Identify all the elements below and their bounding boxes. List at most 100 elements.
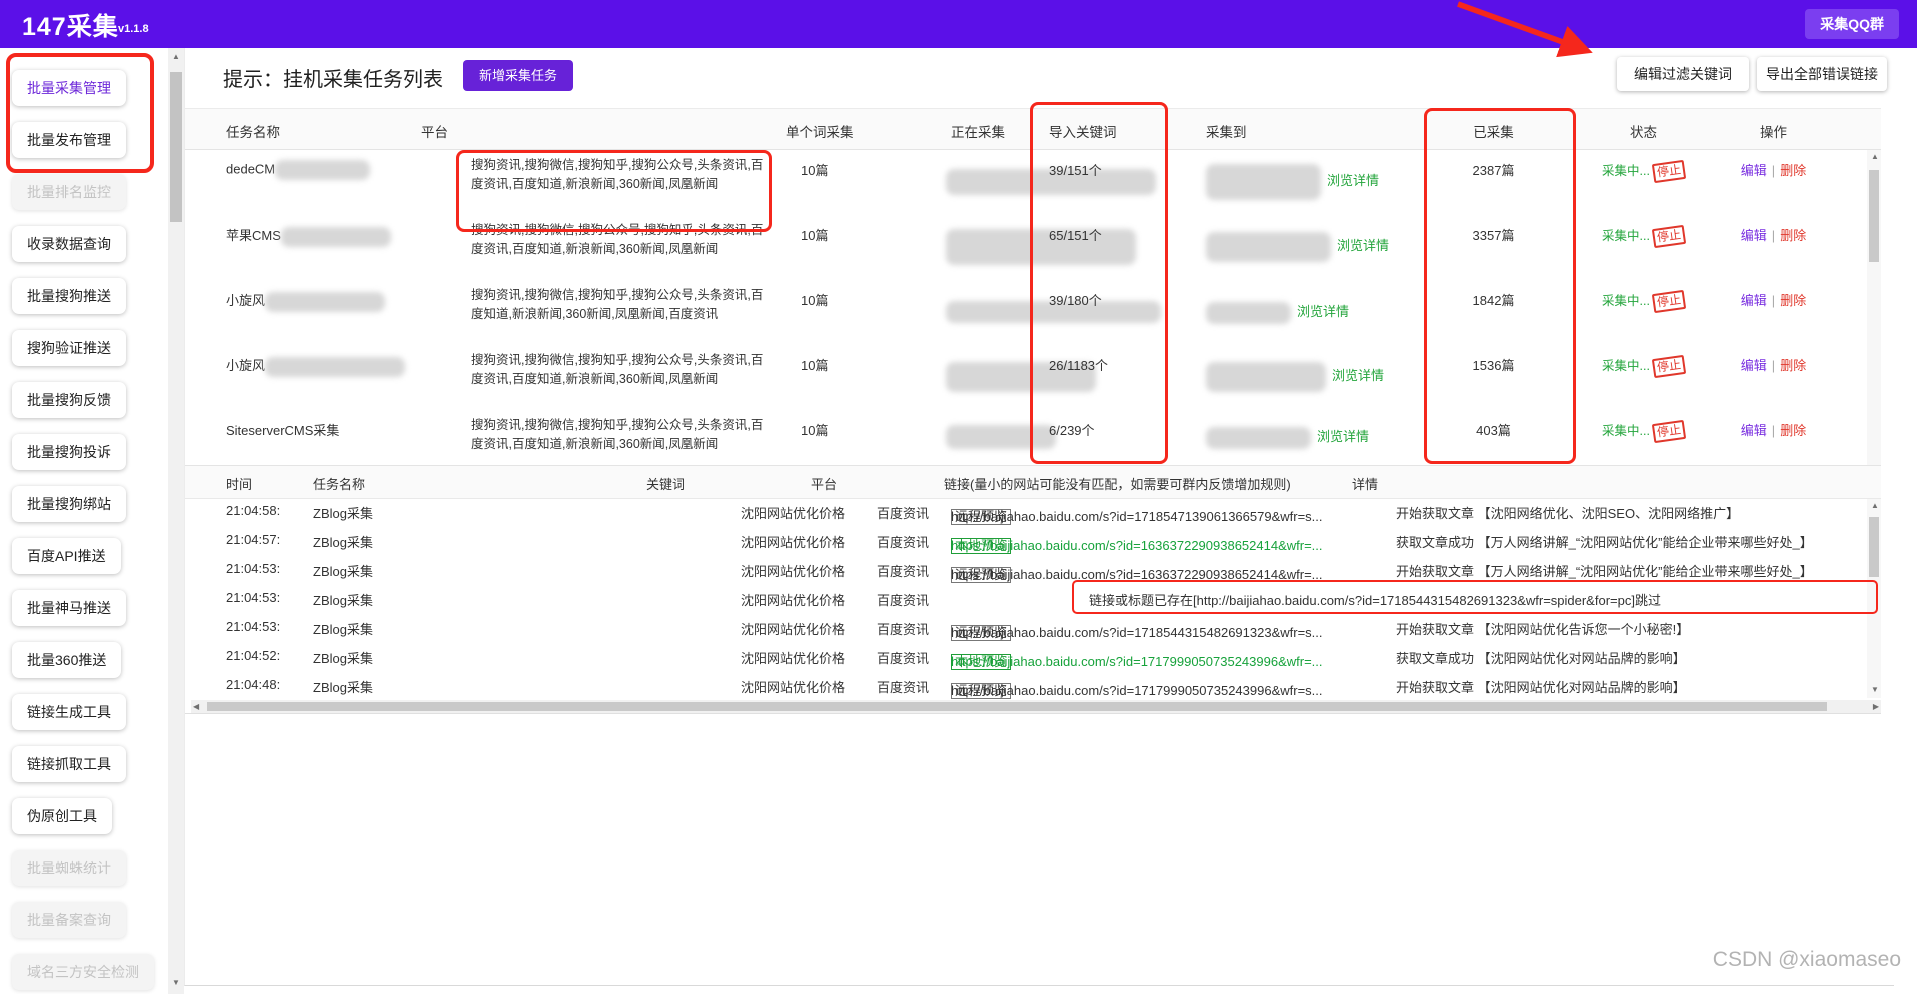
edit-link[interactable]: 编辑 xyxy=(1741,163,1767,178)
delete-link[interactable]: 删除 xyxy=(1780,228,1806,243)
edit-link[interactable]: 编辑 xyxy=(1741,423,1767,438)
log-detail: 开始获取文章 【沈阳网站优化对网站品牌的影响】 xyxy=(1396,677,1686,696)
log-task-name: ZBlog采集 xyxy=(313,590,373,609)
sidebar-item[interactable]: 批量神马推送 xyxy=(12,590,126,626)
task-actions: 编辑|删除 xyxy=(1716,420,1831,439)
sidebar-item[interactable]: 批量360推送 xyxy=(12,642,121,678)
task-actions: 编辑|删除 xyxy=(1716,160,1831,179)
collected-to: 浏览详情 xyxy=(1206,426,1369,449)
edit-filter-keywords-button[interactable]: 编辑过滤关键词 xyxy=(1617,57,1749,91)
stop-button[interactable]: 停止 xyxy=(1652,355,1686,378)
sidebar-item[interactable]: 批量搜狗反馈 xyxy=(12,382,126,418)
scroll-left-icon[interactable]: ◀ xyxy=(193,702,199,711)
task-actions: 编辑|删除 xyxy=(1716,290,1831,309)
sidebar-item[interactable]: 批量搜狗推送 xyxy=(12,278,126,314)
view-detail-link[interactable]: 浏览详情 xyxy=(1327,173,1379,188)
qq-group-button[interactable]: 采集QQ群 xyxy=(1805,9,1899,39)
stop-button[interactable]: 停止 xyxy=(1652,160,1686,183)
delete-link[interactable]: 删除 xyxy=(1780,293,1806,308)
sidebar-item[interactable]: 批量发布管理 xyxy=(12,122,126,158)
task-name: dedeCM xyxy=(226,160,370,180)
export-error-links-button[interactable]: 导出全部错误链接 xyxy=(1757,57,1887,91)
log-time: 21:04:52: xyxy=(226,648,280,663)
scroll-down-icon[interactable]: ▼ xyxy=(1867,685,1883,694)
sidebar-item[interactable]: 批量采集管理 xyxy=(12,70,126,106)
sidebar-item[interactable]: 伪原创工具 xyxy=(12,798,112,834)
sidebar-item[interactable]: 链接生成工具 xyxy=(12,694,126,730)
log-platform: 百度资讯 xyxy=(877,648,929,667)
log-row: 21:04:48:ZBlog采集沈阳网站优化价格百度资讯远程预览http://b… xyxy=(185,671,1881,700)
sidebar-item: 批量蜘蛛统计 xyxy=(12,850,126,886)
per-keyword-count: 10篇 xyxy=(801,160,828,179)
col-collecting: 正在采集 xyxy=(951,121,1005,141)
edit-link[interactable]: 编辑 xyxy=(1741,293,1767,308)
redacted-blur xyxy=(265,292,385,312)
collected-count: 2387篇 xyxy=(1421,160,1566,179)
stop-button[interactable]: 停止 xyxy=(1652,225,1686,248)
view-detail-link[interactable]: 浏览详情 xyxy=(1297,304,1349,319)
col-status: 状态 xyxy=(1586,121,1701,141)
log-url[interactable]: https://baijiahao.baidu.com/s?id=1717999… xyxy=(951,654,1323,669)
collected-count: 403篇 xyxy=(1421,420,1566,439)
task-name: 苹果CMS xyxy=(226,225,391,247)
log-task-name: ZBlog采集 xyxy=(313,503,373,522)
task-actions: 编辑|删除 xyxy=(1716,225,1831,244)
scroll-down-icon[interactable]: ▼ xyxy=(168,978,184,987)
log-url[interactable]: https://baijiahao.baidu.com/s?id=1636372… xyxy=(951,538,1323,553)
task-table-scrollbar[interactable]: ▲ xyxy=(1867,150,1881,465)
col-collected-count: 已采集 xyxy=(1421,121,1566,141)
log-keyword: 沈阳网站优化价格 xyxy=(741,590,845,609)
stop-button[interactable]: 停止 xyxy=(1652,420,1686,443)
sidebar-scrollbar-thumb[interactable] xyxy=(170,72,182,222)
log-horizontal-scrollbar[interactable]: ◀ ▶ xyxy=(191,700,1881,713)
edit-link[interactable]: 编辑 xyxy=(1741,228,1767,243)
action-separator: | xyxy=(1772,358,1775,373)
log-hscrollbar-thumb[interactable] xyxy=(207,702,1827,711)
delete-link[interactable]: 删除 xyxy=(1780,358,1806,373)
sidebar-item[interactable]: 百度API推送 xyxy=(12,538,121,574)
imported-keywords: 6/239个 xyxy=(1049,420,1095,439)
log-row: 21:04:53:ZBlog采集沈阳网站优化价格百度资讯远程预览http://b… xyxy=(185,613,1881,642)
log-detail: 开始获取文章 【万人网络讲解_“沈阳网站优化”能给企业带来哪些好处_】 xyxy=(1396,561,1813,580)
log-url[interactable]: https://baijiahao.baidu.com/s?id=1636372… xyxy=(951,567,1323,582)
view-detail-link[interactable]: 浏览详情 xyxy=(1337,238,1389,253)
scroll-up-icon[interactable]: ▲ xyxy=(1867,152,1883,161)
redacted-blur xyxy=(265,357,405,377)
log-col-link: 链接(量小的网站可能没有匹配，如需要可群内反馈增加规则) xyxy=(944,474,1291,493)
col-task-name: 任务名称 xyxy=(226,121,280,141)
log-detail: 获取文章成功 【万人网络讲解_“沈阳网站优化”能给企业带来哪些好处_】 xyxy=(1396,532,1813,551)
status-collecting-label: 采集中... xyxy=(1602,294,1650,308)
sidebar-scrollbar[interactable]: ▲ ▼ xyxy=(168,48,184,994)
log-url[interactable]: http://baijiahao.baidu.com/s?id=17185443… xyxy=(951,625,1323,640)
delete-link[interactable]: 删除 xyxy=(1780,163,1806,178)
view-detail-link[interactable]: 浏览详情 xyxy=(1332,368,1384,383)
log-table-scrollbar[interactable]: ▲ ▼ xyxy=(1867,499,1881,698)
log-url[interactable]: http://baijiahao.baidu.com/s?id=17185471… xyxy=(951,509,1323,524)
sidebar-item[interactable]: 批量搜狗投诉 xyxy=(12,434,126,470)
scroll-up-icon[interactable]: ▲ xyxy=(1867,501,1883,510)
log-scrollbar-thumb[interactable] xyxy=(1869,517,1879,577)
log-task-name: ZBlog采集 xyxy=(313,677,373,696)
delete-link[interactable]: 删除 xyxy=(1780,423,1806,438)
log-detail: 获取文章成功 【沈阳网站优化对网站品牌的影响】 xyxy=(1396,648,1686,667)
log-url[interactable]: http://baijiahao.baidu.com/s?id=17179990… xyxy=(951,683,1323,698)
stop-button[interactable]: 停止 xyxy=(1652,290,1686,313)
view-detail-link[interactable]: 浏览详情 xyxy=(1317,429,1369,444)
scroll-up-icon[interactable]: ▲ xyxy=(168,52,184,61)
new-task-button[interactable]: 新增采集任务 xyxy=(463,60,573,91)
sidebar-item[interactable]: 批量搜狗绑站 xyxy=(12,486,126,522)
col-collected-to: 采集到 xyxy=(1206,121,1247,141)
task-scrollbar-thumb[interactable] xyxy=(1869,170,1879,262)
log-keyword: 沈阳网站优化价格 xyxy=(741,677,845,696)
scroll-right-icon[interactable]: ▶ xyxy=(1873,702,1879,711)
topbar: 147采集 v1.1.8 采集QQ群 xyxy=(0,0,1917,48)
sidebar-item[interactable]: 收录数据查询 xyxy=(12,226,126,262)
task-status: 采集中...停止 xyxy=(1586,420,1701,441)
task-row: 小旋风搜狗资讯,搜狗微信,搜狗知乎,搜狗公众号,头条资讯,百度知道,新浪新闻,3… xyxy=(185,280,1881,345)
col-imported-keywords: 导入关键词 xyxy=(1049,121,1117,141)
log-time: 21:04:53: xyxy=(226,590,280,605)
sidebar-item[interactable]: 链接抓取工具 xyxy=(12,746,126,782)
edit-link[interactable]: 编辑 xyxy=(1741,358,1767,373)
log-row: 21:04:57:ZBlog采集沈阳网站优化价格百度资讯本地预览https://… xyxy=(185,526,1881,555)
sidebar-item[interactable]: 搜狗验证推送 xyxy=(12,330,126,366)
